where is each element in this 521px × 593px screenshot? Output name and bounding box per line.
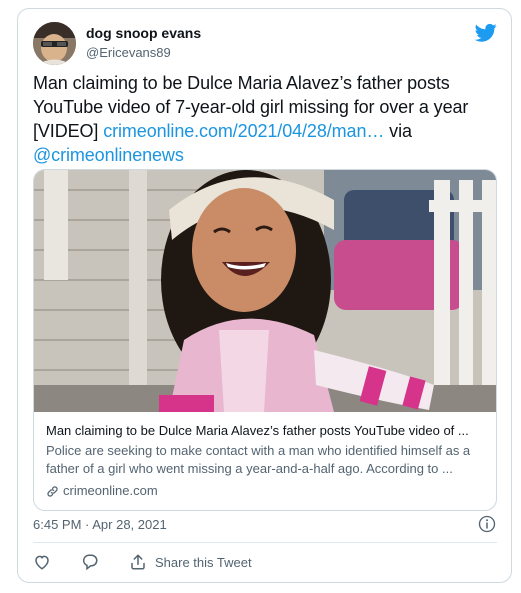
author-display-name[interactable]: dog snoop evans: [86, 25, 201, 41]
link-preview-domain-row: crimeonline.com: [46, 482, 486, 500]
tweet-actions: Share this Tweet: [33, 553, 282, 571]
tweet-text: Man claiming to be Dulce Maria Alavez’s …: [33, 71, 503, 167]
reply-button[interactable]: [81, 553, 99, 571]
tweet-link[interactable]: crimeonline.com/2021/04/28/man…: [103, 121, 384, 141]
tweet-via: via: [384, 121, 412, 141]
link-preview-image[interactable]: [34, 170, 496, 412]
tweet-timestamp[interactable]: 6:45 PM · Apr 28, 2021: [33, 517, 167, 532]
link-icon: [47, 485, 58, 497]
twitter-bird-icon[interactable]: [475, 23, 497, 43]
share-label[interactable]: Share this Tweet: [155, 555, 252, 570]
link-preview-title[interactable]: Man claiming to be Dulce Maria Alavez’s …: [46, 422, 486, 440]
link-preview-card[interactable]: Man claiming to be Dulce Maria Alavez’s …: [33, 169, 497, 511]
link-preview-meta: Man claiming to be Dulce Maria Alavez’s …: [46, 422, 486, 500]
divider: [33, 542, 497, 543]
share-button[interactable]: Share this Tweet: [129, 553, 252, 571]
tweet-mention[interactable]: @crimeonlinenews: [33, 145, 184, 165]
reply-icon: [82, 554, 98, 571]
share-icon: [131, 554, 145, 570]
embedded-tweet-card: dog snoop evans @Ericevans89 Man claimin…: [17, 8, 512, 583]
link-preview-domain: crimeonline.com: [63, 483, 158, 498]
link-preview-description: Police are seeking to make contact with …: [46, 443, 471, 476]
avatar[interactable]: [33, 22, 76, 65]
heart-icon: [35, 555, 49, 570]
info-icon[interactable]: [478, 515, 496, 533]
like-button[interactable]: [33, 553, 51, 571]
author-handle[interactable]: @Ericevans89: [86, 45, 171, 60]
